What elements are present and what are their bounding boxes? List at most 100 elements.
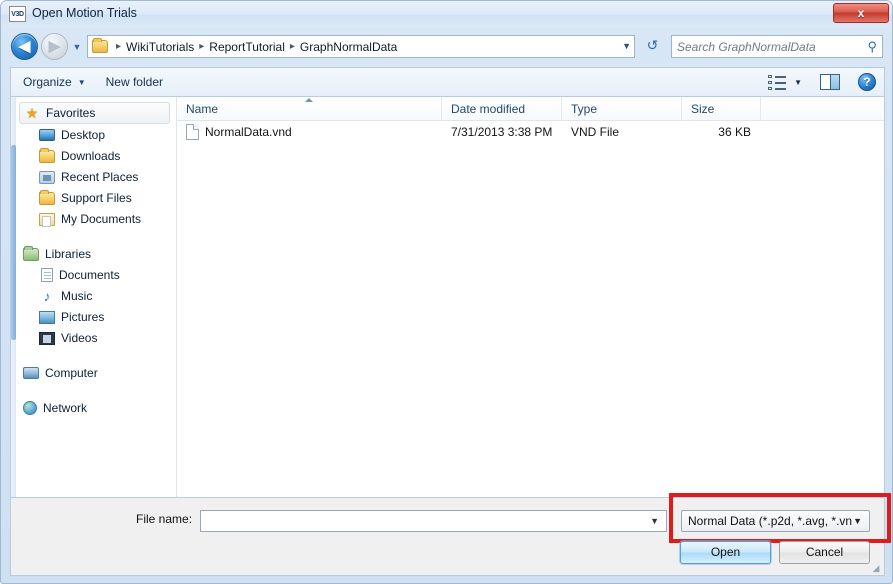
back-arrow-icon: ◀ xyxy=(18,38,31,55)
breadcrumb-separator-0[interactable]: ▸ xyxy=(111,41,126,52)
window-title: Open Motion Trials xyxy=(32,6,137,20)
video-icon xyxy=(39,331,55,345)
file-icon xyxy=(186,124,199,140)
navigation-sidebar: ★ Favorites Desktop Downloads Recent Pla… xyxy=(11,97,177,497)
monitor-icon xyxy=(39,129,55,141)
sidebar-group-libraries[interactable]: Libraries xyxy=(11,243,176,264)
recent-locations-chevron-down-icon[interactable]: ▼ xyxy=(71,41,83,53)
open-file-dialog: V3D Open Motion Trials x ◀ ▶ ▼ ▸ WikiTut… xyxy=(0,0,893,584)
sidebar-item-downloads-label: Downloads xyxy=(61,148,121,163)
column-header-date-modified[interactable]: Date modified xyxy=(442,96,562,121)
search-box[interactable]: ⚲ xyxy=(671,35,883,58)
sidebar-item-my-documents-label: My Documents xyxy=(61,211,142,226)
library-icon xyxy=(23,245,39,261)
chevron-down-icon[interactable]: ▼ xyxy=(650,516,666,526)
document-icon xyxy=(41,267,53,282)
sidebar-item-documents[interactable]: Documents xyxy=(11,264,176,285)
column-header-size[interactable]: Size xyxy=(682,96,761,121)
address-bar[interactable]: ▸ WikiTutorials ▸ ReportTutorial ▸ Graph… xyxy=(87,35,635,58)
help-icon[interactable]: ? xyxy=(858,73,876,91)
close-button[interactable]: x xyxy=(833,3,889,23)
my-documents-icon xyxy=(39,212,55,227)
toolbar-right-group: ▼ ? xyxy=(768,73,884,91)
file-name-cell: NormalData.vnd xyxy=(177,124,442,140)
file-list: Name Date modified Type Size NormalData.… xyxy=(177,96,884,497)
resize-grip[interactable]: ◢ xyxy=(870,562,882,574)
search-icon[interactable]: ⚲ xyxy=(867,39,877,55)
sidebar-item-music[interactable]: ♪ Music xyxy=(11,285,176,306)
file-name-input[interactable] xyxy=(201,511,651,531)
sort-ascending-icon xyxy=(305,97,313,102)
breadcrumb-separator-2[interactable]: ▸ xyxy=(285,41,300,52)
file-date-cell: 7/31/2013 3:38 PM xyxy=(451,125,553,139)
folder-icon xyxy=(39,147,55,163)
new-folder-button[interactable]: New folder xyxy=(98,70,171,94)
file-type-cell: VND File xyxy=(571,125,620,139)
sidebar-item-computer-label: Computer xyxy=(45,365,98,380)
file-type-filter-combo[interactable]: Normal Data (*.p2d, *.avg, *.vn ▼ xyxy=(681,510,870,532)
column-header-row: Name Date modified Type Size xyxy=(177,96,884,121)
new-folder-label: New folder xyxy=(105,75,163,89)
main-area: ★ Favorites Desktop Downloads Recent Pla… xyxy=(10,96,885,498)
chevron-down-icon: ▼ xyxy=(77,77,86,87)
view-options-icon[interactable] xyxy=(768,74,787,90)
breadcrumb-item-2[interactable]: GraphNormalData xyxy=(300,40,397,54)
search-input[interactable] xyxy=(677,39,868,54)
table-row[interactable]: NormalData.vnd 7/31/2013 3:38 PM VND Fil… xyxy=(177,121,884,143)
navigation-bar: ◀ ▶ ▼ ▸ WikiTutorials ▸ ReportTutorial ▸… xyxy=(1,28,892,65)
title-bar: V3D Open Motion Trials x xyxy=(1,1,892,28)
file-type-filter-value: Normal Data (*.p2d, *.avg, *.vn xyxy=(688,514,853,528)
sidebar-scrollbar-thumb[interactable] xyxy=(11,145,16,340)
folder-icon xyxy=(92,38,108,53)
sidebar-item-support-files-label: Support Files xyxy=(61,190,132,205)
file-size-cell: 36 KB xyxy=(718,125,751,139)
sidebar-scrollbar[interactable] xyxy=(11,97,16,497)
network-icon xyxy=(23,400,37,415)
music-icon: ♪ xyxy=(43,287,51,304)
address-chevron-down-icon[interactable]: ▼ xyxy=(622,41,631,51)
sidebar-item-pictures[interactable]: Pictures xyxy=(11,306,176,327)
sidebar-item-recent-places[interactable]: Recent Places xyxy=(11,166,176,187)
view-chevron-down-icon[interactable]: ▼ xyxy=(794,78,802,87)
breadcrumb-item-0[interactable]: WikiTutorials xyxy=(126,40,194,54)
file-name-label: File name: xyxy=(136,512,193,526)
organize-button[interactable]: Organize ▼ xyxy=(15,70,94,94)
computer-icon xyxy=(23,367,39,379)
column-header-name[interactable]: Name xyxy=(177,96,442,121)
sidebar-item-videos-label: Videos xyxy=(61,330,98,345)
sidebar-item-downloads[interactable]: Downloads xyxy=(11,145,176,166)
sidebar-group-favorites-label: Favorites xyxy=(46,106,96,120)
picture-icon xyxy=(39,310,55,324)
refresh-icon[interactable]: ↺ xyxy=(641,35,664,58)
file-name-label: NormalData.vnd xyxy=(205,125,292,139)
sidebar-item-videos[interactable]: Videos xyxy=(11,327,176,348)
sidebar-group-favorites[interactable]: ★ Favorites xyxy=(19,102,170,124)
column-header-type[interactable]: Type xyxy=(562,96,682,121)
breadcrumb-separator-1[interactable]: ▸ xyxy=(194,41,209,52)
sidebar-group-libraries-label: Libraries xyxy=(45,246,92,261)
forward-arrow-icon: ▶ xyxy=(48,38,61,55)
app-icon: V3D xyxy=(9,6,26,22)
back-button[interactable]: ◀ xyxy=(11,33,38,60)
sidebar-item-desktop[interactable]: Desktop xyxy=(11,124,176,145)
sidebar-item-desktop-label: Desktop xyxy=(61,127,106,142)
organize-label: Organize xyxy=(23,75,72,89)
open-button[interactable]: Open xyxy=(680,541,771,564)
sidebar-item-computer[interactable]: Computer xyxy=(11,362,176,383)
sidebar-item-recent-places-label: Recent Places xyxy=(61,169,139,184)
cancel-button[interactable]: Cancel xyxy=(779,541,870,564)
sidebar-item-network-label: Network xyxy=(43,400,88,415)
forward-button[interactable]: ▶ xyxy=(41,33,68,60)
sidebar-item-my-documents[interactable]: My Documents xyxy=(11,208,176,229)
sidebar-item-support-files[interactable]: Support Files xyxy=(11,187,176,208)
breadcrumb-item-1[interactable]: ReportTutorial xyxy=(209,40,285,54)
sidebar-item-music-label: Music xyxy=(61,288,93,303)
folder-icon xyxy=(39,189,55,205)
sidebar-item-network[interactable]: Network xyxy=(11,397,176,418)
column-header-name-label: Name xyxy=(186,101,219,116)
preview-pane-icon[interactable] xyxy=(820,74,840,90)
file-name-combo[interactable]: ▼ xyxy=(200,510,667,532)
star-icon: ★ xyxy=(25,105,39,121)
